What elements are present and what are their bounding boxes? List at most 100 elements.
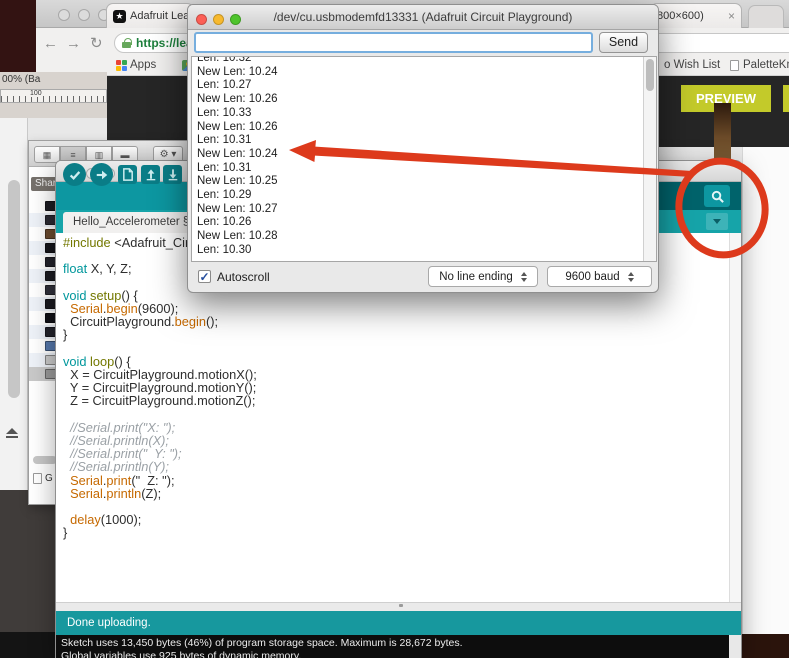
serial-send-input[interactable] [194, 32, 593, 53]
column-view-icon: ▥ [95, 150, 104, 160]
tab-label: 800×600) [657, 10, 704, 22]
preview-pdf-button[interactable]: PREVIEW PDF [783, 85, 789, 112]
ide-console: Sketch uses 13,450 bytes (46%) of progra… [56, 635, 741, 658]
serial-scrollbar[interactable] [643, 57, 656, 261]
coverflow-view-icon: ▬ [121, 150, 130, 160]
serial-output-line: Len: 10.32 [197, 56, 278, 66]
minimize-icon[interactable] [213, 14, 224, 25]
ruler: 100 [0, 89, 107, 103]
forward-icon[interactable]: → [66, 36, 81, 51]
serial-output-line: Len: 10.29 [197, 189, 278, 203]
browser-tab-image[interactable]: 800×600) × [650, 3, 742, 28]
new-sketch-icon [122, 168, 134, 181]
background-dark [0, 632, 55, 658]
save-button[interactable] [163, 165, 182, 184]
scrollbar-thumb[interactable] [8, 180, 20, 398]
serial-output-line: New Len: 10.24 [197, 148, 278, 162]
divider-handle[interactable] [399, 604, 403, 607]
horizontal-scrollbar-thumb[interactable] [33, 456, 57, 464]
serial-output-line: New Len: 10.25 [197, 175, 278, 189]
grid-view-icon: ▦ [43, 150, 52, 160]
close-icon[interactable] [58, 9, 70, 21]
new-tab-button[interactable] [748, 5, 784, 28]
code-line: CircuitPlayground.begin(); [63, 315, 292, 328]
close-icon[interactable]: × [724, 9, 735, 23]
page-icon [730, 60, 739, 71]
serial-output-line: Len: 10.27 [197, 79, 278, 93]
back-icon[interactable]: ← [43, 36, 58, 51]
desktop-photo-corner [0, 0, 36, 72]
tab-menu-button[interactable] [706, 213, 728, 230]
code-line: } [63, 526, 292, 539]
serial-output-line: Len: 10.31 [197, 162, 278, 176]
serial-bottom-bar: ✓ Autoscroll No line ending 9600 baud [188, 262, 658, 293]
image-editor-fragment: 00% (Ba 100 [0, 72, 107, 118]
serial-output-line: Len: 10.26 [197, 216, 278, 230]
code-line: Z = CircuitPlayground.motionZ(); [63, 394, 292, 407]
list-view-icon: ≡ [70, 150, 75, 160]
serial-window-controls[interactable] [196, 12, 247, 30]
editor-scrollbar[interactable] [729, 233, 741, 602]
console-output: Sketch uses 13,450 bytes (46%) of progra… [61, 637, 463, 658]
serial-output-area[interactable]: Len: 10.32New Len: 10.24Len: 10.27New Le… [191, 56, 657, 262]
save-icon [167, 168, 179, 181]
send-button[interactable]: Send [599, 32, 648, 53]
stepper-icon [628, 272, 634, 282]
upload-button[interactable] [90, 163, 113, 186]
serial-output-line: New Len: 10.26 [197, 93, 278, 107]
bookmark-paletteknife[interactable]: PaletteKnif [730, 59, 789, 71]
close-icon[interactable] [196, 14, 207, 25]
ide-status-bar: Done uploading. [56, 611, 741, 635]
serial-output-lines: Len: 10.32New Len: 10.24Len: 10.27New Le… [197, 56, 278, 258]
serial-output-line: New Len: 10.28 [197, 230, 278, 244]
serial-output-line: Len: 10.30 [197, 244, 278, 258]
code-line: delay(1000); [63, 513, 292, 526]
autoscroll-checkbox[interactable]: ✓ [198, 270, 211, 283]
serial-output-line: New Len: 10.27 [197, 203, 278, 217]
chevron-down-icon [713, 219, 721, 224]
bookmark-wish-list[interactable]: o Wish List [664, 59, 720, 71]
serial-output-line: Len: 10.33 [197, 107, 278, 121]
new-sketch-button[interactable] [118, 165, 137, 184]
sketch-tab[interactable]: Hello_Accelerometer § [63, 212, 199, 233]
code-line: Serial.println(Z); [63, 487, 292, 500]
code-line: } [63, 328, 292, 341]
serial-output-line: Len: 10.31 [197, 134, 278, 148]
finder-bottom-item[interactable]: G [33, 473, 53, 484]
page-photo-corner [742, 634, 789, 658]
serial-monitor-button[interactable] [704, 185, 730, 207]
serial-title-bar[interactable]: /dev/cu.usbmodemfd13331 (Adafruit Circui… [188, 5, 658, 30]
eject-icon[interactable] [5, 428, 19, 440]
page-content-right [742, 147, 789, 634]
verify-button[interactable] [63, 163, 86, 186]
stepper-icon [521, 272, 527, 282]
reload-icon[interactable]: ↻ [90, 36, 103, 51]
console-line: Global variables use 925 bytes of dynami… [61, 650, 463, 658]
baud-rate-dropdown[interactable]: 9600 baud [547, 266, 652, 287]
console-scrollbar[interactable] [729, 635, 741, 658]
serial-output-line: New Len: 10.26 [197, 121, 278, 135]
zoom-icon[interactable] [230, 14, 241, 25]
serial-monitor-window: /dev/cu.usbmodemfd13331 (Adafruit Circui… [187, 4, 659, 293]
verify-icon [68, 168, 82, 182]
open-icon [145, 168, 157, 181]
serial-scrollbar-thumb[interactable] [646, 59, 654, 91]
icon-view-button[interactable]: ▦ [34, 146, 60, 163]
apps-grid-icon [116, 60, 126, 70]
autoscroll-label: Autoscroll [217, 270, 270, 284]
zoom-level-text: 00% (Ba [2, 74, 40, 85]
console-line: Sketch uses 13,450 bytes (46%) of progra… [61, 637, 463, 650]
magnifier-icon [710, 189, 725, 204]
tab-label: Adafruit Learni [130, 10, 194, 22]
url-text: https://lea [136, 36, 193, 50]
bookmark-apps[interactable]: Apps [116, 59, 156, 71]
open-button[interactable] [141, 165, 160, 184]
adafruit-favicon-icon: ★ [113, 10, 126, 23]
serial-output-line: New Len: 10.24 [197, 66, 278, 80]
gear-icon: ⚙ [160, 149, 169, 160]
document-icon [33, 473, 42, 484]
browser-tab-adafruit[interactable]: ★ Adafruit Learni [106, 3, 194, 28]
page-photo-strip [714, 103, 731, 160]
minimize-icon[interactable] [78, 9, 90, 21]
line-ending-dropdown[interactable]: No line ending [428, 266, 538, 287]
